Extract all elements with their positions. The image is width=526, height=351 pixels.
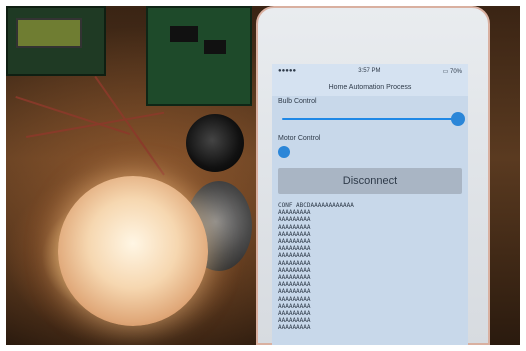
light-bulb (58, 176, 208, 326)
bulb-slider[interactable] (282, 111, 465, 127)
log-line: AAAAAAAAA (278, 302, 311, 310)
log-line: AAAAAAAAA (278, 295, 311, 303)
log-line: AAAAAAAAA (278, 310, 311, 318)
motor-toggle[interactable] (278, 146, 290, 158)
log-line: AAAAAAAAA (278, 274, 311, 282)
buzzer-speaker (186, 114, 244, 172)
log-line: CONF ABCDAAAAAAAAAAAA (278, 202, 354, 209)
log-line: AAAAAAAAA (278, 230, 311, 238)
log-line: AAAAAAAAA (278, 266, 311, 274)
bulb-slider-thumb[interactable] (451, 112, 465, 126)
phone-screen: ●●●●● 3:57 PM ▭ 70% Home Automation Proc… (272, 64, 468, 345)
controller-board (146, 6, 252, 106)
smartphone: ●●●●● 3:57 PM ▭ 70% Home Automation Proc… (256, 6, 490, 345)
ic-chip (170, 26, 198, 42)
log-line: AAAAAAAAA (278, 252, 311, 260)
lcd-board (6, 6, 106, 76)
signal-icon: ●●●●● (278, 68, 297, 74)
log-line: AAAAAAAAA (278, 317, 311, 325)
disconnect-label: Disconnect (342, 175, 398, 187)
log-line: AAAAAAAAA (278, 324, 311, 332)
bulb-control-label: Bulb Control (278, 98, 317, 105)
log-line: AAAAAAAAA (278, 245, 311, 253)
battery-percent: 70% (449, 68, 462, 75)
motor-control-label: Motor Control (278, 135, 321, 142)
battery-icon: ▭ (442, 68, 449, 75)
app-title: Home Automation Process (272, 78, 468, 96)
status-bar: ●●●●● 3:57 PM ▭ 70% (272, 64, 468, 78)
battery-status: ▭ 70% (443, 68, 462, 75)
ic-chip (204, 40, 226, 54)
log-line: AAAAAAAAA (278, 281, 311, 289)
log-line: AAAAAAAAA (278, 259, 311, 267)
photo-frame: ●●●●● 3:57 PM ▭ 70% Home Automation Proc… (6, 6, 520, 345)
message-log: CONF ABCDAAAAAAAAAAAA AAAAAAAAA AAAAAAAAA A… (278, 202, 462, 332)
bulb-slider-track (282, 118, 458, 120)
log-line: AAAAAAAAA (278, 288, 311, 296)
status-time: 3:57 PM (358, 68, 381, 74)
app-title-text: Home Automation Process (328, 83, 412, 91)
log-line: AAAAAAAAA (278, 216, 311, 224)
lcd-screen (16, 18, 82, 48)
log-line: AAAAAAAAA (278, 209, 311, 217)
disconnect-button[interactable]: Disconnect (278, 168, 462, 194)
log-line: AAAAAAAAA (278, 223, 311, 231)
log-line: AAAAAAAAA (278, 238, 311, 246)
